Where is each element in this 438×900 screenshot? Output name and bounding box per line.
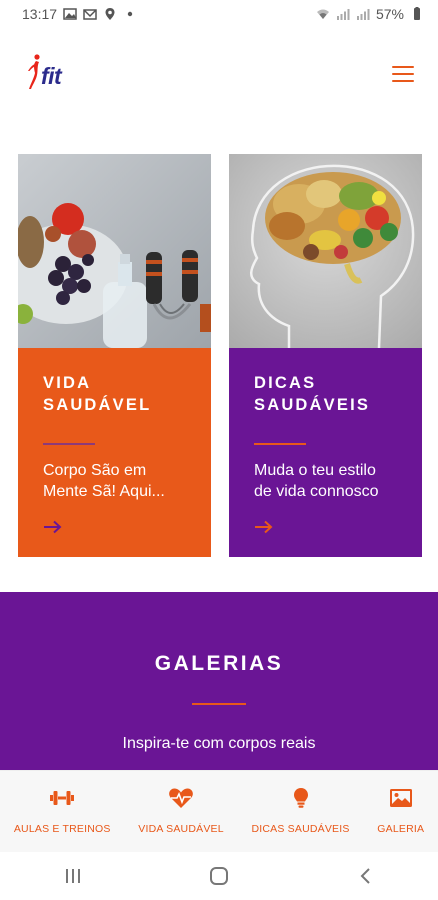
dot-icon bbox=[123, 7, 137, 21]
bottom-navigation: AULAS E TREINOS VIDA SAUDÁVEL DICAS SAUD… bbox=[0, 770, 438, 852]
galerias-divider bbox=[192, 703, 246, 705]
nav-aulas-e-treinos[interactable]: AULAS E TREINOS bbox=[0, 771, 124, 852]
system-navigation-bar bbox=[0, 852, 438, 900]
nav-label: GALERIA bbox=[377, 823, 425, 835]
image-icon bbox=[388, 787, 414, 809]
card-description: Corpo São em Mente Sã! Aqui... bbox=[43, 462, 165, 500]
app-header: fit bbox=[0, 28, 438, 128]
nav-label: AULAS E TREINOS bbox=[13, 823, 111, 835]
lightbulb-icon bbox=[288, 787, 314, 809]
mail-notification-icon bbox=[83, 7, 97, 21]
runner-logo-icon bbox=[28, 54, 40, 89]
card-description: Muda o teu estilo de vida connosco bbox=[254, 462, 379, 500]
home-icon[interactable] bbox=[199, 861, 239, 891]
signal-icon-2 bbox=[356, 7, 370, 21]
heartbeat-icon bbox=[168, 787, 194, 809]
card-body: VIDA SAUDÁVEL Corpo São em Mente Sã! Aqu… bbox=[18, 348, 211, 557]
status-right: 57% bbox=[316, 6, 424, 22]
recent-apps-icon[interactable] bbox=[53, 861, 93, 891]
card-title: DICAS SAUDÁVEIS bbox=[254, 374, 371, 414]
fit-logo[interactable]: fit bbox=[28, 50, 80, 94]
nav-galeria[interactable]: GALERIA bbox=[363, 771, 438, 852]
galerias-section: GALERIAS Inspira-te com corpos reais bbox=[0, 592, 438, 770]
galerias-subtitle: Inspira-te com corpos reais bbox=[122, 735, 316, 752]
nav-label: VIDA SAUDÁVEL bbox=[138, 823, 224, 835]
nav-vida-saudavel[interactable]: VIDA SAUDÁVEL bbox=[124, 771, 237, 852]
location-icon bbox=[103, 7, 117, 21]
back-icon[interactable] bbox=[345, 861, 385, 891]
arrow-right-icon[interactable] bbox=[254, 520, 274, 534]
nav-dicas-saudaveis[interactable]: DICAS SAUDÁVEIS bbox=[238, 771, 364, 852]
status-bar: 13:17 57% bbox=[0, 0, 438, 28]
food-dumbbell-image bbox=[18, 154, 211, 348]
wifi-icon bbox=[316, 7, 330, 21]
card-dicas-saudaveis[interactable]: DICAS SAUDÁVEIS Muda o teu estilo de vid… bbox=[229, 154, 422, 557]
nav-label: DICAS SAUDÁVEIS bbox=[251, 823, 350, 835]
card-divider bbox=[254, 443, 306, 445]
hamburger-menu-icon[interactable] bbox=[392, 66, 414, 82]
signal-icon bbox=[336, 7, 350, 21]
head-food-brain-image bbox=[229, 154, 422, 348]
battery-percent: 57% bbox=[375, 6, 404, 22]
galerias-title: GALERIAS bbox=[154, 652, 284, 675]
dumbbell-icon bbox=[49, 787, 75, 809]
card-vida-saudavel[interactable]: VIDA SAUDÁVEL Corpo São em Mente Sã! Aqu… bbox=[18, 154, 211, 557]
battery-icon bbox=[410, 7, 424, 21]
arrow-right-icon[interactable] bbox=[43, 520, 63, 534]
card-title: VIDA SAUDÁVEL bbox=[43, 374, 152, 414]
status-time: 13:17 bbox=[22, 6, 58, 22]
status-left: 13:17 bbox=[22, 6, 137, 22]
image-notification-icon bbox=[63, 7, 77, 21]
logo-text: fit bbox=[41, 62, 62, 89]
card-body: DICAS SAUDÁVEIS Muda o teu estilo de vid… bbox=[229, 348, 422, 557]
card-divider bbox=[43, 443, 95, 445]
